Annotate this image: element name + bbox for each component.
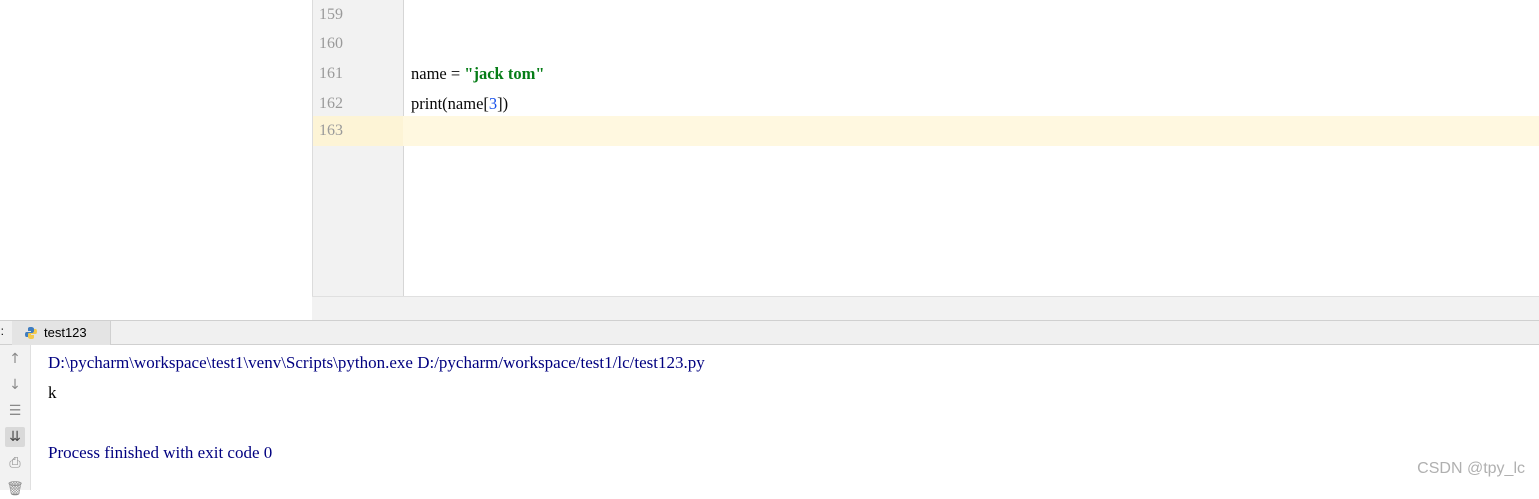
console-exit-message: Process finished with exit code 0 (48, 443, 273, 462)
current-code-line[interactable]: 163 (313, 116, 1539, 146)
down-arrow-icon[interactable]: ↓ (5, 375, 25, 395)
project-panel (0, 0, 312, 320)
code-line[interactable]: 160 (313, 29, 1539, 59)
code-line[interactable]: 159 (313, 0, 1539, 30)
code-line[interactable]: 162 print(name[3]) (313, 89, 1539, 119)
print-icon[interactable]: ⎙ (5, 453, 25, 473)
horizontal-scrollbar[interactable] (312, 296, 1539, 321)
code-token: name = (411, 64, 465, 83)
watermark: CSDN @tpy_lc (1417, 460, 1525, 477)
line-number: 160 (319, 35, 343, 52)
run-tool-window-header: n: test123 (0, 320, 1539, 345)
code-text[interactable]: print(name[3]) (411, 89, 508, 119)
code-token: ]) (497, 94, 509, 113)
code-token: print(name[ (411, 94, 489, 113)
console-output[interactable]: D:\pycharm\workspace\test1\venv\Scripts\… (48, 348, 705, 468)
python-icon (25, 327, 37, 339)
code-line[interactable]: 161 name = "jack tom" (313, 59, 1539, 89)
line-number: 161 (319, 65, 343, 82)
console-command-line: D:\pycharm\workspace\test1\venv\Scripts\… (48, 353, 705, 372)
console-toolbar: ↑ ↓ ☰ ⇊ ⎙ 🗑 (0, 345, 31, 497)
soft-wrap-icon[interactable]: ☰ (5, 401, 25, 421)
scroll-to-end-icon[interactable]: ⇊ (5, 427, 25, 447)
console-program-output: k (48, 383, 57, 402)
line-number: 163 (313, 116, 403, 146)
string-literal: "jack tom" (464, 64, 545, 83)
line-number: 162 (319, 95, 343, 112)
number-literal: 3 (488, 94, 498, 113)
line-number: 159 (319, 6, 343, 23)
run-tab-label: test123 (44, 325, 87, 340)
run-panel-label: n: (0, 324, 5, 338)
up-arrow-icon[interactable]: ↑ (5, 349, 25, 369)
run-tab-test123[interactable]: test123 (12, 321, 111, 345)
code-text[interactable]: name = "jack tom" (411, 59, 544, 89)
trash-icon[interactable]: 🗑 (5, 479, 25, 499)
code-editor[interactable]: 159 160 161 name = "jack tom" 162 print(… (312, 0, 1539, 296)
